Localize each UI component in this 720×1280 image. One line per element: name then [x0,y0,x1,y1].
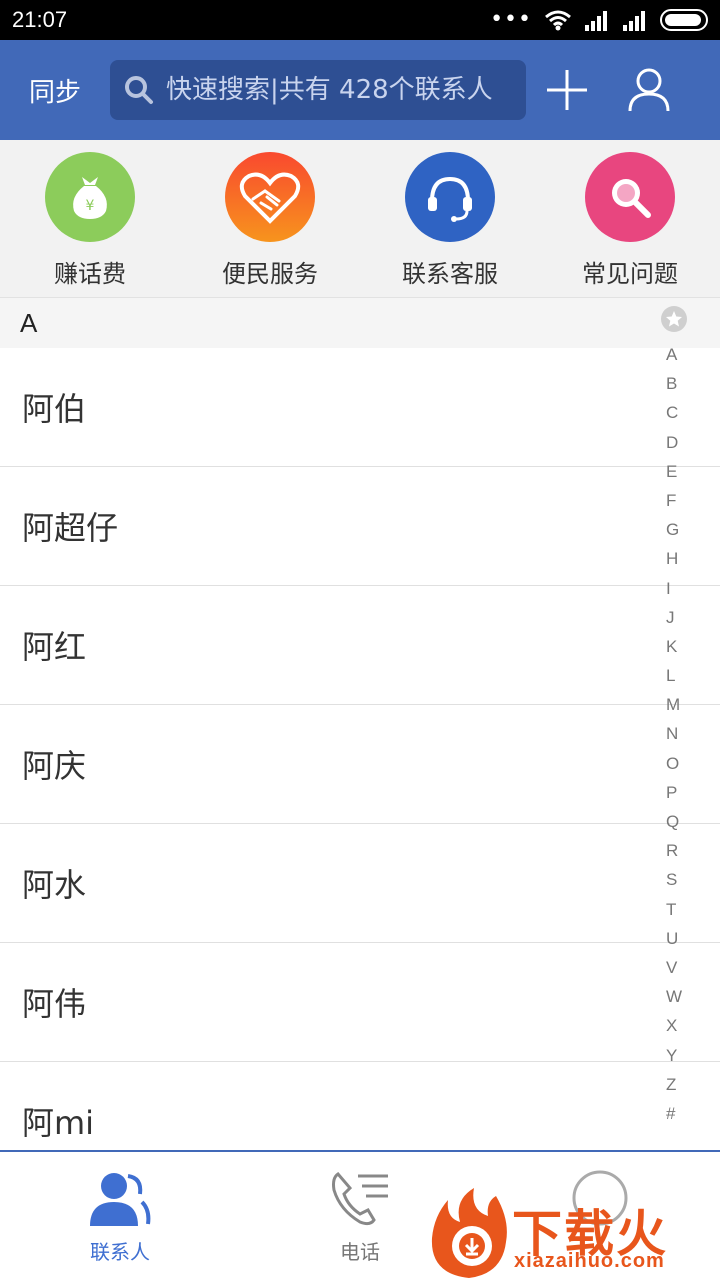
headset-icon [405,152,495,242]
wifi-icon [545,10,571,31]
svg-text:¥: ¥ [86,198,95,214]
favorites-star-icon[interactable] [661,306,687,332]
alphabet-letter[interactable]: D [666,428,682,457]
alphabet-letter[interactable]: B [666,369,682,398]
alphabet-letter[interactable]: C [666,398,682,427]
alphabet-index[interactable]: A B C D E F G H I J K L M N O P Q R S T U V W X Y Z # [658,306,690,1128]
nav-more[interactable] [480,1152,720,1280]
add-contact-button[interactable] [526,40,608,140]
alphabet-letter[interactable]: Y [666,1041,682,1070]
quick-action-label: 联系客服 [402,260,498,288]
alphabet-letter[interactable]: Z [666,1070,682,1099]
battery-icon [660,9,708,31]
quick-action-faq[interactable]: 常见问题 [540,140,720,297]
alphabet-letter[interactable]: G [666,515,682,544]
magnifier-icon [585,152,675,242]
alphabet-letter[interactable]: L [666,661,682,690]
section-header-a: A [0,298,720,348]
signal-icon [585,11,607,31]
alphabet-letter[interactable]: O [666,749,682,778]
profile-icon [628,68,670,112]
more-icon [572,1170,628,1226]
alphabet-letter[interactable]: I [666,574,682,603]
nav-phone[interactable]: 电话 [240,1152,480,1280]
quick-action-label: 常见问题 [582,260,678,288]
alphabet-letter[interactable]: U [666,924,682,953]
signal-icon-2 [623,11,645,31]
alphabet-letters: A B C D E F G H I J K L M N O P Q R S T U V W X Y Z # [666,340,682,1128]
alphabet-letter[interactable]: X [666,1011,682,1040]
quick-action-customer-service[interactable]: 联系客服 [360,140,540,297]
quick-action-earn-credit[interactable]: ¥ 赚话费 [0,140,180,297]
alphabet-letter[interactable]: H [666,544,682,573]
phone-icon [332,1172,388,1226]
quick-action-label: 赚话费 [54,260,126,288]
quick-action-label: 便民服务 [222,260,318,288]
contact-row[interactable]: 阿红 [0,586,720,705]
contact-row[interactable]: 阿超仔 [0,467,720,586]
nav-label: 联系人 [90,1240,150,1264]
quick-action-services[interactable]: 便民服务 [180,140,360,297]
contact-row[interactable]: 阿水 [0,824,720,943]
add-icon [547,70,587,110]
alphabet-letter[interactable]: N [666,719,682,748]
alphabet-letter[interactable]: W [666,982,682,1011]
top-header: 同步 [0,40,720,140]
quick-actions: ¥ 赚话费 便民服务 联系客服 常见问题 [0,140,720,298]
alphabet-letter[interactable]: J [666,603,682,632]
contact-row[interactable]: 阿伟 [0,943,720,1062]
alphabet-letter[interactable]: V [666,953,682,982]
nav-contacts[interactable]: 联系人 [0,1152,240,1280]
nav-label: 电话 [340,1240,380,1264]
alphabet-letter[interactable]: Q [666,807,682,836]
contact-list[interactable]: 阿伯 阿超仔 阿红 阿庆 阿水 阿伟 阿mi [0,348,720,1150]
contact-row[interactable]: 阿伯 [0,348,720,467]
search-icon [125,76,153,104]
money-bag-icon: ¥ [45,152,135,242]
alphabet-letter[interactable]: P [666,778,682,807]
profile-button[interactable] [608,40,690,140]
heart-handshake-icon [225,152,315,242]
alphabet-letter[interactable]: # [666,1099,682,1128]
contact-row[interactable]: 阿mi [0,1062,720,1150]
sync-button[interactable]: 同步 [0,40,110,140]
alphabet-letter[interactable]: S [666,865,682,894]
alphabet-letter[interactable]: F [666,486,682,515]
search-input[interactable] [166,75,512,105]
contact-row[interactable]: 阿庆 [0,705,720,824]
status-bar: 21:07 ••• [0,0,720,40]
search-box[interactable] [110,60,526,120]
contacts-icon [90,1173,151,1226]
alphabet-letter[interactable]: M [666,690,682,719]
status-time: 21:07 [12,7,68,32]
alphabet-letter[interactable]: A [666,340,682,369]
notification-dots: ••• [490,7,532,32]
alphabet-letter[interactable]: E [666,457,682,486]
alphabet-letter[interactable]: R [666,836,682,865]
alphabet-letter[interactable]: K [666,632,682,661]
status-icons: ••• [490,9,708,31]
alphabet-letter[interactable]: T [666,895,682,924]
bottom-nav: 联系人 电话 [0,1150,720,1280]
